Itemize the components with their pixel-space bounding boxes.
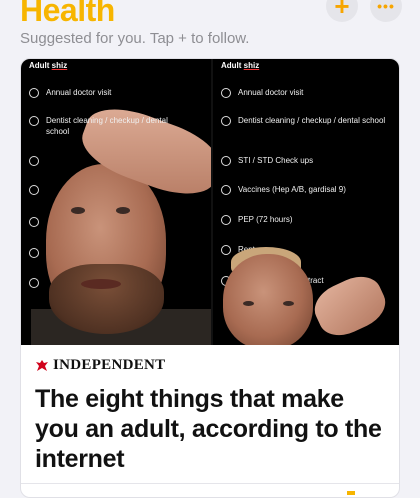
list-item-label: Annual doctor visit xyxy=(238,88,304,97)
list-title: Adult shiz xyxy=(29,61,67,70)
more-options-button[interactable]: ••• xyxy=(370,0,402,22)
list-item: Annual doctor visit xyxy=(29,87,199,98)
list-item: Annual doctor visit xyxy=(221,87,391,98)
list-item-label: STI / STD Check ups xyxy=(238,156,314,165)
list-title-word: shiz xyxy=(51,61,68,70)
eye-shape xyxy=(116,207,130,214)
radio-icon xyxy=(29,217,39,227)
list-item: Dentist cleaning / checkup / dental scho… xyxy=(29,115,179,137)
eagle-logo-icon xyxy=(36,359,48,371)
list-item xyxy=(29,247,199,258)
header: Health + ••• Suggested for you. Tap + to… xyxy=(0,0,420,54)
publisher-name: INDEPENDENT xyxy=(53,357,166,373)
eye-shape xyxy=(243,301,254,306)
list-item-label: Annual doctor visit xyxy=(46,88,112,97)
list-item: Dentist cleaning / checkup / dental scho… xyxy=(221,115,391,126)
face-shape xyxy=(223,254,313,345)
video-still-left: Adult shiz Annual doctor visit Dentist c… xyxy=(21,59,211,345)
radio-icon xyxy=(221,116,231,126)
article-card[interactable]: Adult shiz Annual doctor visit Dentist c… xyxy=(20,58,400,498)
radio-icon xyxy=(221,215,231,225)
list-title-prefix: Adult xyxy=(221,61,244,70)
radio-icon xyxy=(221,185,231,195)
article-text: INDEPENDENT The eight things that make y… xyxy=(21,345,399,474)
list-item xyxy=(29,216,199,227)
list-item: Vaccines (Hep A/B, gardisal 9) xyxy=(221,184,391,195)
list-item xyxy=(29,184,199,195)
radio-icon xyxy=(29,116,39,126)
radio-icon xyxy=(29,278,39,288)
list-item-label: Dentist cleaning / checkup / dental scho… xyxy=(46,116,168,136)
list-item: PEP (72 hours) xyxy=(221,214,391,225)
list-title: Adult shiz xyxy=(221,61,259,70)
list-item xyxy=(29,155,199,166)
follow-plus-button[interactable]: + xyxy=(326,0,358,22)
page-title: Health xyxy=(20,0,115,28)
list-title-word: shiz xyxy=(243,61,260,70)
article-headline[interactable]: The eight things that make you an adult,… xyxy=(35,384,385,474)
footer-accent-mark xyxy=(347,491,355,495)
beard-shape xyxy=(49,264,164,334)
list-item-label: PEP (72 hours) xyxy=(238,215,293,224)
radio-icon xyxy=(221,88,231,98)
radio-icon xyxy=(29,156,39,166)
list-item-label: Dentist cleaning / checkup / dental scho… xyxy=(238,116,386,125)
list-item xyxy=(29,277,199,288)
suggestion-subtitle: Suggested for you. Tap + to follow. xyxy=(20,30,250,47)
radio-icon xyxy=(221,156,231,166)
radio-icon xyxy=(29,248,39,258)
article-image: Adult shiz Annual doctor visit Dentist c… xyxy=(21,59,399,345)
radio-icon xyxy=(221,245,231,255)
list-title-prefix: Adult xyxy=(29,61,52,70)
eye-shape xyxy=(71,207,85,214)
video-still-right: Adult shiz Annual doctor visit Dentist c… xyxy=(211,59,399,345)
radio-icon xyxy=(29,88,39,98)
publisher: INDEPENDENT xyxy=(35,357,385,374)
list-item: STI / STD Check ups xyxy=(221,155,391,166)
eye-shape xyxy=(283,301,294,306)
list-item-label: Vaccines (Hep A/B, gardisal 9) xyxy=(238,185,346,194)
radio-icon xyxy=(29,185,39,195)
divider xyxy=(21,483,399,484)
